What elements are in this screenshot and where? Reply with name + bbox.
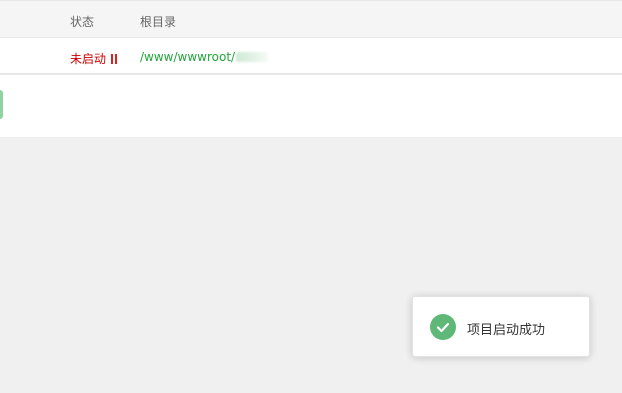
root-dir-link[interactable]: /www/wwwroot/ (140, 50, 235, 64)
column-header-status[interactable]: 状态 (70, 13, 94, 30)
root-dir-cell[interactable]: /www/wwwroot/ (140, 50, 269, 64)
check-circle-icon (430, 314, 456, 340)
pause-icon[interactable] (111, 53, 118, 64)
redacted-path-segment (236, 52, 269, 62)
toast-notification: 项目启动成功 (412, 296, 590, 357)
table-header: 状态 根目录 (0, 0, 622, 38)
column-header-root-dir[interactable]: 根目录 (140, 13, 176, 30)
toast-message: 项目启动成功 (467, 323, 546, 338)
table-row: 未启动 /www/wwwroot/ (0, 38, 622, 75)
status-cell[interactable]: 未启动 (70, 50, 118, 67)
status-label[interactable]: 未启动 (70, 50, 106, 67)
side-panel-handle[interactable] (0, 90, 3, 119)
project-list-panel: 状态 根目录 未启动 /www/wwwroot/ (0, 0, 622, 137)
